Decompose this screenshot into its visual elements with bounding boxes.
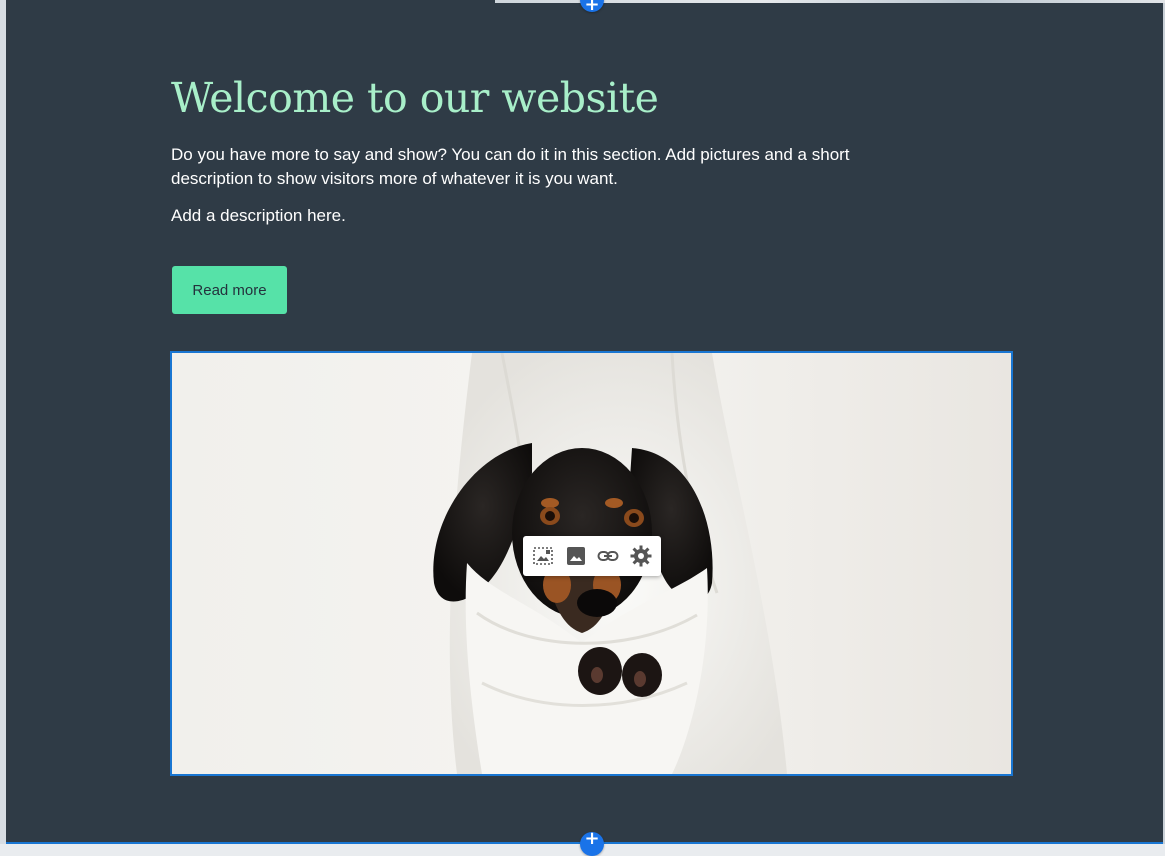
section-title[interactable]: Welcome to our website: [171, 74, 659, 122]
gear-icon[interactable]: [627, 542, 655, 570]
crop-image-icon[interactable]: [529, 542, 557, 570]
replace-image-icon[interactable]: [562, 542, 590, 570]
section-secondary-description[interactable]: Add a description here.: [171, 204, 346, 228]
content-section[interactable]: + Welcome to our website Do you have mor…: [6, 0, 1165, 856]
read-more-button[interactable]: Read more: [172, 266, 287, 314]
section-description[interactable]: Do you have more to say and show? You ca…: [171, 143, 891, 191]
image-toolbar: [523, 536, 661, 576]
add-section-bottom-button[interactable]: +: [580, 830, 604, 856]
link-icon[interactable]: [594, 542, 622, 570]
add-section-top-button[interactable]: +: [580, 0, 604, 14]
